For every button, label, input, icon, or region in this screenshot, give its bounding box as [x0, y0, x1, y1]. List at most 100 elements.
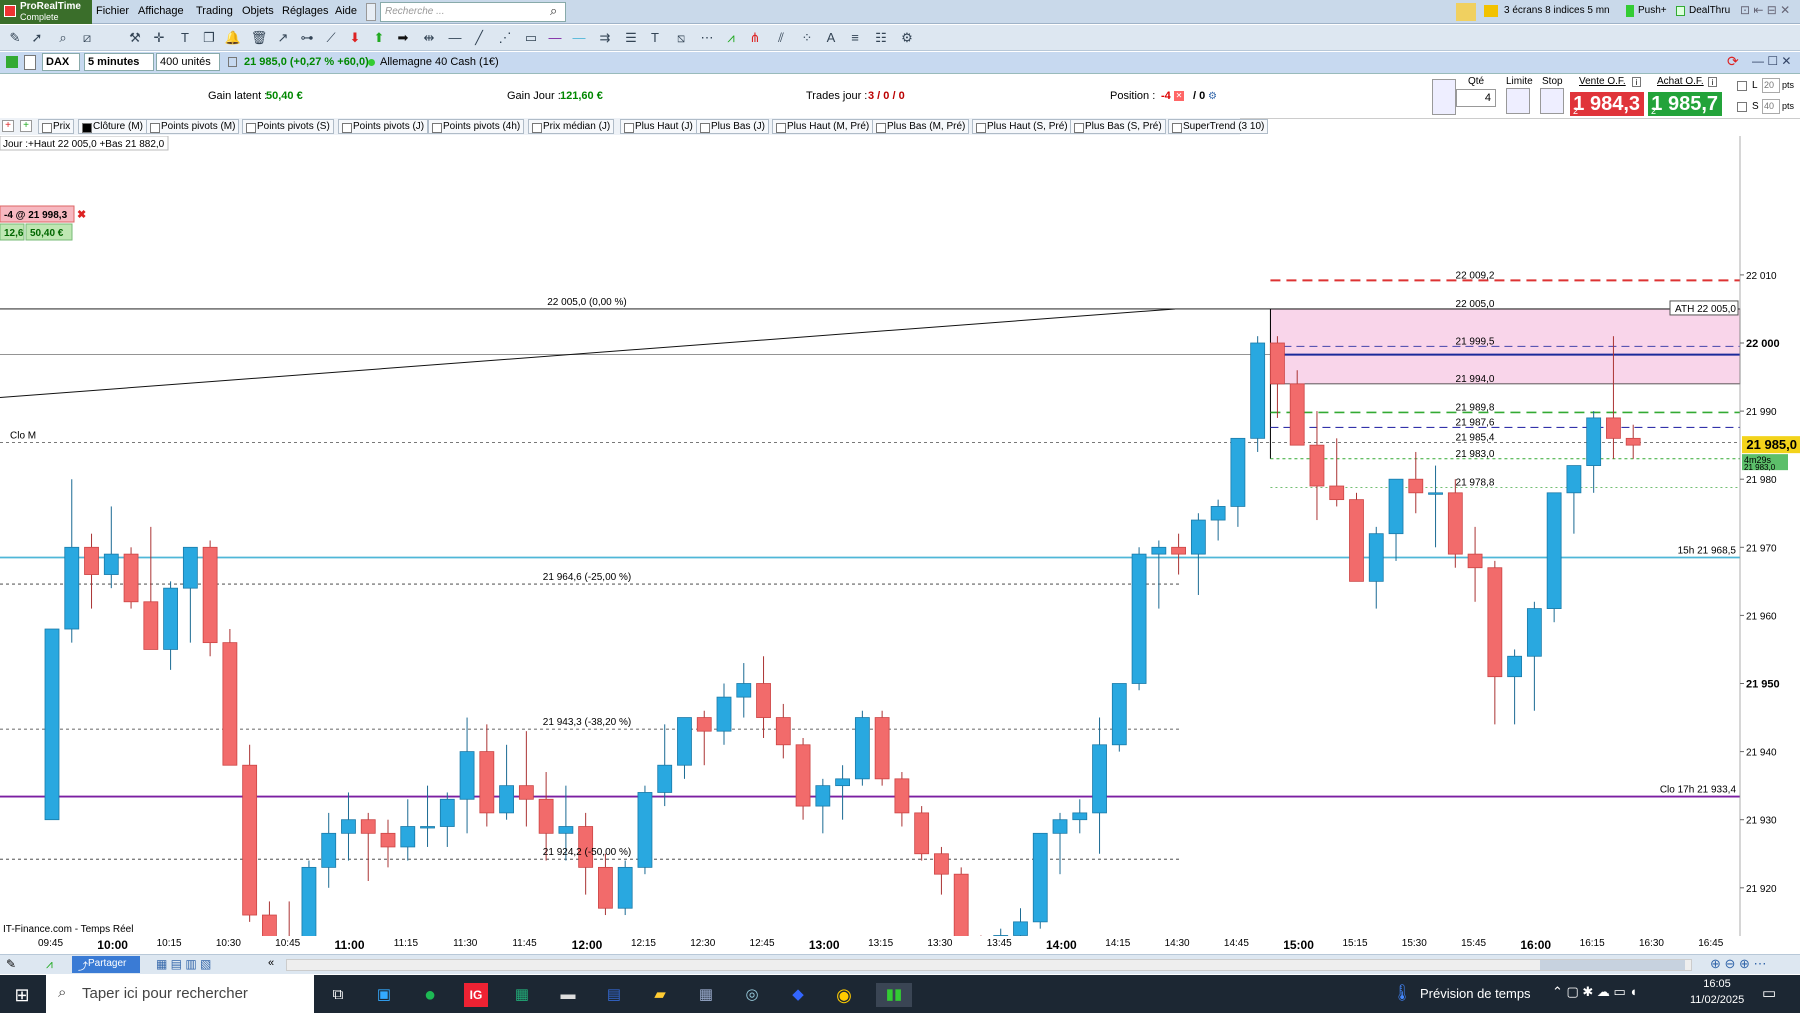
price-chart[interactable]: Jour :+Haut 22 005,0 +Bas 21 882,0-4 @ 2…: [0, 136, 1800, 936]
s-input[interactable]: 40: [1762, 99, 1780, 114]
indicator-toggle[interactable]: Points pivots (M): [146, 119, 239, 134]
range-icon[interactable]: ⇉: [596, 29, 614, 47]
candle-body[interactable]: [776, 718, 790, 745]
candle-body[interactable]: [480, 752, 494, 813]
candle-body[interactable]: [124, 554, 138, 602]
crosshair-icon[interactable]: ✛: [150, 29, 168, 47]
candle-body[interactable]: [1211, 506, 1225, 520]
l-input[interactable]: 20: [1762, 78, 1780, 93]
y-tick-label[interactable]: 21 950: [1746, 679, 1780, 691]
x-tick-label[interactable]: 16:15: [1580, 938, 1605, 949]
ticker-select[interactable]: DAX: [42, 53, 80, 71]
alert-icon[interactable]: [1484, 5, 1498, 17]
candle-body[interactable]: [1073, 813, 1087, 820]
indicator-toggle[interactable]: Plus Bas (J): [696, 119, 769, 134]
ray-icon[interactable]: ⟋: [322, 29, 340, 47]
candle-body[interactable]: [1409, 479, 1423, 493]
store-icon[interactable]: ▣: [372, 983, 396, 1007]
indicator-toggle[interactable]: Plus Haut (S, Pré): [972, 119, 1072, 134]
candle-body[interactable]: [1251, 343, 1265, 438]
candle-body[interactable]: [816, 786, 830, 806]
x-tick-label[interactable]: 10:30: [216, 938, 241, 949]
x-tick-label[interactable]: 10:15: [157, 938, 182, 949]
candle-body[interactable]: [1053, 820, 1067, 834]
y-tick-label[interactable]: 21 940: [1746, 748, 1777, 759]
menu-aide[interactable]: Aide: [335, 5, 357, 17]
indicator-toggle[interactable]: Points pivots (4h): [428, 119, 524, 134]
pencil-icon[interactable]: ✎: [6, 29, 24, 47]
scrollbar-thumb[interactable]: [1540, 960, 1685, 970]
layout-icons[interactable]: ▦ ▤ ▥ ▧: [156, 957, 211, 971]
x-tick-label[interactable]: 15:15: [1342, 938, 1367, 949]
candle-body[interactable]: [895, 779, 909, 813]
down-arrow-icon[interactable]: ⬇: [346, 29, 364, 47]
x-tick-label[interactable]: 15:30: [1402, 938, 1427, 949]
clock-date[interactable]: 11/02/2025: [1690, 994, 1744, 1006]
candle-body[interactable]: [1389, 479, 1403, 533]
cyan-line-icon[interactable]: —: [570, 29, 588, 47]
candle-body[interactable]: [875, 718, 889, 779]
x-tick-label[interactable]: 13:15: [868, 938, 893, 949]
interval-select[interactable]: 5 minutes: [84, 53, 154, 71]
stop-checkbox[interactable]: [1737, 102, 1747, 112]
candle-body[interactable]: [1468, 554, 1482, 568]
candle-body[interactable]: [104, 554, 118, 574]
channel-icon[interactable]: ⋰: [496, 29, 514, 47]
x-tick-label[interactable]: 12:15: [631, 938, 656, 949]
x-tick-label[interactable]: 15:45: [1461, 938, 1486, 949]
menu-objets[interactable]: Objets: [242, 5, 274, 17]
segment-icon[interactable]: ⊶: [298, 29, 316, 47]
units-select[interactable]: 400 unités: [156, 53, 220, 71]
tools-icon[interactable]: ⚒: [126, 29, 144, 47]
copy-icon[interactable]: ❐: [200, 29, 218, 47]
x-tick-label[interactable]: 14:00: [1046, 938, 1077, 952]
time-axis[interactable]: 09:4510:0010:1510:3010:4511:0011:1511:30…: [0, 936, 1800, 954]
orders-icon[interactable]: ⚙: [1208, 91, 1220, 101]
candle-body[interactable]: [302, 867, 316, 936]
trendline-icon[interactable]: ╱: [470, 29, 488, 47]
points-icon[interactable]: ⁘: [798, 29, 816, 47]
purple-line-icon[interactable]: —: [546, 29, 564, 47]
candle-body[interactable]: [855, 718, 869, 779]
zoom-icon[interactable]: ⌕: [54, 29, 72, 47]
refresh-icon[interactable]: ⟳: [1727, 53, 1745, 71]
calculator-icon[interactable]: ▦: [694, 983, 718, 1007]
candle-body[interactable]: [1310, 445, 1324, 486]
window-min-max-close-icon[interactable]: — ☐ ✕: [1752, 54, 1791, 68]
indicator-toggle[interactable]: Prix médian (J): [528, 119, 614, 134]
y-tick-label[interactable]: 21 920: [1746, 884, 1777, 895]
chart-canvas[interactable]: Jour :+Haut 22 005,0 +Bas 21 882,0-4 @ 2…: [0, 136, 1800, 936]
indicator-toggle[interactable]: SuperTrend (3 10): [1168, 119, 1268, 134]
candle-body[interactable]: [1033, 833, 1047, 922]
y-tick-label[interactable]: 22 010: [1746, 271, 1777, 282]
x-tick-label[interactable]: 14:45: [1224, 938, 1249, 949]
pen-icon[interactable]: [1456, 3, 1476, 21]
x-tick-label[interactable]: 11:30: [453, 938, 477, 949]
tray-icons[interactable]: ⌃ ▢ ✱ ☁ ▭ ◖: [1552, 984, 1637, 1000]
indicator-toggle[interactable]: Plus Bas (S, Pré): [1070, 119, 1166, 134]
candle-body[interactable]: [618, 867, 632, 908]
indicator-toggle[interactable]: Prix: [38, 119, 74, 134]
screens-label[interactable]: 3 écrans 8 indices 5 mn: [1504, 5, 1610, 16]
candle-body[interactable]: [45, 629, 59, 820]
y-tick-label[interactable]: 21 990: [1746, 407, 1777, 418]
candle-body[interactable]: [243, 765, 257, 915]
y-tick-label[interactable]: 21 970: [1746, 543, 1777, 554]
buy-button[interactable]: 2 1 985,7: [1648, 92, 1722, 116]
bars-icon[interactable]: ≡: [846, 29, 864, 47]
text-box-icon[interactable]: T: [646, 29, 664, 47]
candle-body[interactable]: [658, 765, 672, 792]
indicator-toggle[interactable]: Plus Haut (J): [620, 119, 697, 134]
indicator-toggle[interactable]: Plus Haut (M, Pré): [772, 119, 873, 134]
candle-body[interactable]: [361, 820, 375, 834]
candle-body[interactable]: [1606, 418, 1620, 438]
candle-body[interactable]: [65, 547, 79, 629]
chrome-icon[interactable]: ◉: [832, 983, 856, 1007]
notification-icon[interactable]: ▭: [1762, 984, 1776, 1002]
info-icon[interactable]: [228, 57, 237, 67]
explorer-icon[interactable]: ▰: [648, 983, 672, 1007]
candle-body[interactable]: [164, 588, 178, 649]
search-input[interactable]: Recherche ...: [380, 2, 566, 22]
add-line-icon[interactable]: +: [20, 120, 32, 132]
x-tick-label[interactable]: 11:15: [394, 938, 418, 949]
